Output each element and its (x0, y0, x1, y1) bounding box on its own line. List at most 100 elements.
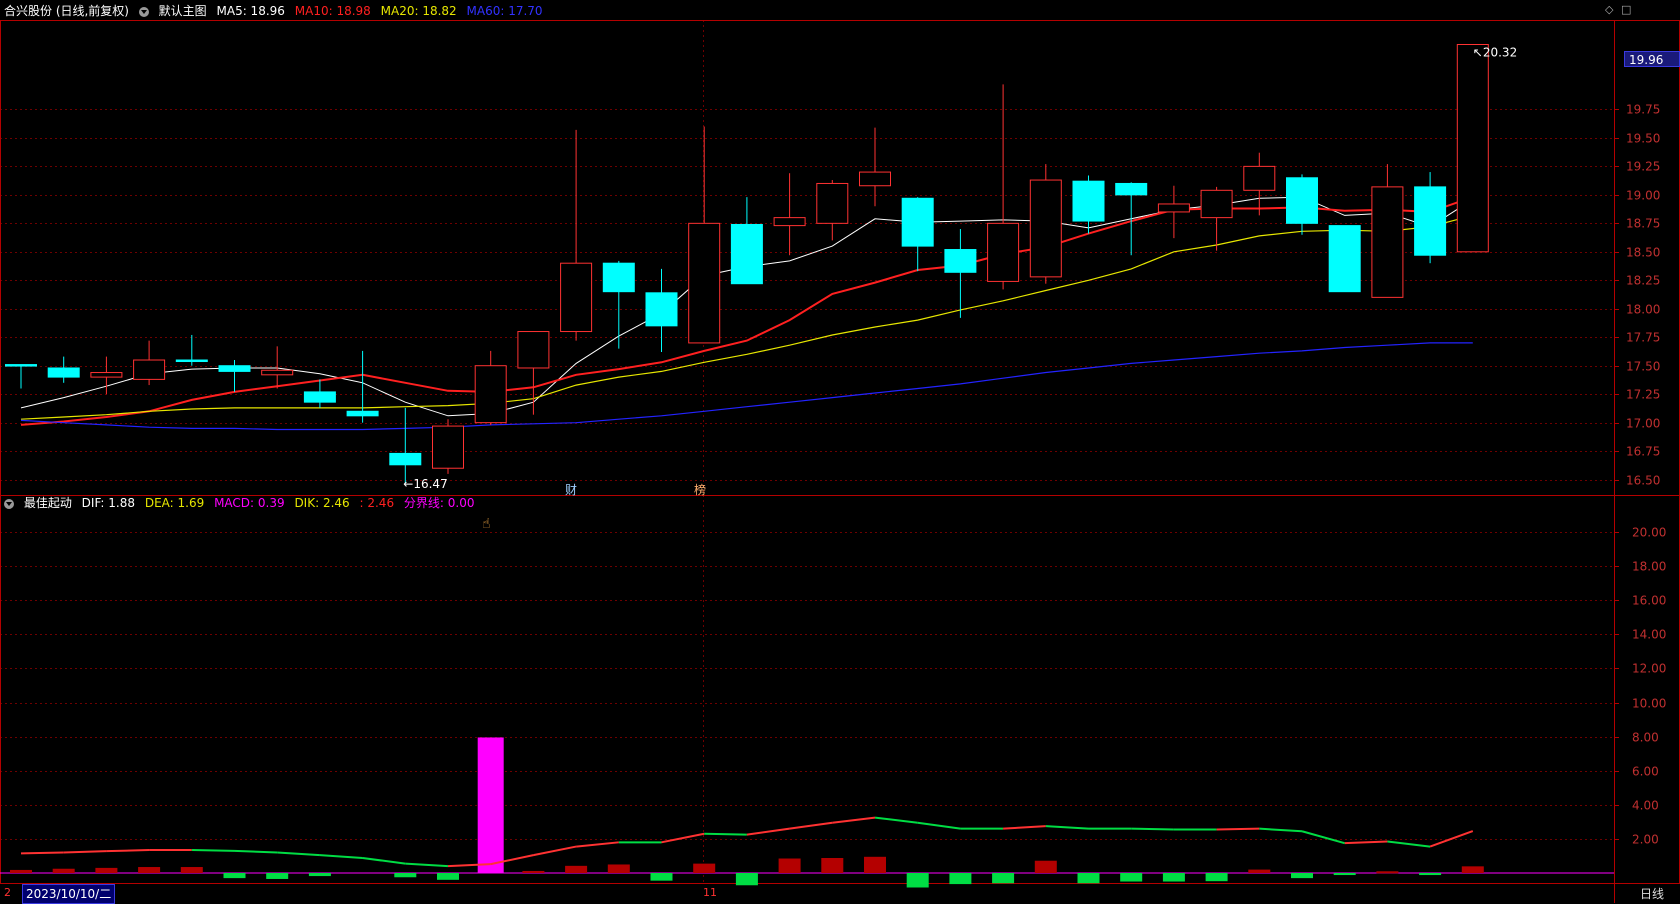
macd-bar-up (95, 867, 118, 873)
candle-body-down (1072, 180, 1105, 222)
candle-body-up (1157, 203, 1190, 213)
candle-body-down (730, 223, 763, 285)
candle-body-down (944, 249, 977, 273)
indicator-title[interactable]: 最佳起动 (24, 496, 72, 510)
macd-bar-up (522, 870, 545, 873)
diamond-icon[interactable]: ◇ (1605, 4, 1616, 15)
template-dropdown-icon[interactable] (138, 6, 149, 17)
macd-bar-down (394, 873, 417, 878)
dik-segment (20, 851, 64, 855)
candle-body-up (773, 217, 806, 227)
candle-body-up (517, 331, 550, 369)
low-price-label: ←16.47 (403, 477, 447, 491)
candle-body-down (1115, 182, 1148, 196)
macd-bar-down (650, 873, 673, 881)
candle-body-down (47, 367, 80, 378)
candle-body-up (1456, 44, 1489, 253)
ma5-value: MA5: 18.96 (216, 4, 285, 18)
date-label: 2023/10/10/二 (22, 884, 116, 904)
macd-bar-down (735, 873, 758, 886)
macd-bar-down (1419, 873, 1442, 876)
candle-body-down (389, 452, 422, 466)
macd-bar-up (693, 863, 716, 873)
stock-title[interactable]: 合兴股份 (日线,前复权) (4, 4, 129, 18)
candle-body-up (816, 182, 849, 224)
maximize-icon[interactable]: □ (1621, 4, 1632, 15)
candle-body-up (1200, 189, 1233, 219)
divider-line-value: 分界线: 0.00 (403, 496, 475, 510)
dik-segment (1429, 830, 1474, 848)
macd-value: MACD: 0.39 (214, 496, 285, 510)
template-name[interactable]: 默认主图 (159, 4, 207, 18)
candle-body-up (1243, 165, 1276, 191)
macd-bar-up (864, 856, 886, 873)
candle-body-down (5, 364, 37, 367)
period-tab[interactable]: 日线 (1624, 884, 1680, 904)
macd-bar-up (52, 868, 75, 873)
candle-body-up (90, 372, 123, 378)
dik-segment (1387, 840, 1431, 848)
dik-segment (789, 821, 833, 830)
macd-bar-down (1205, 873, 1228, 882)
y-tick-label: 4.00 (1632, 799, 1659, 813)
y-tick-label: 18.75 (1626, 217, 1660, 231)
macd-bar-up (778, 858, 801, 873)
macd-bar-up (10, 869, 32, 873)
event-tag-finance[interactable]: 财 (565, 481, 577, 498)
y-tick-label: 19.50 (1626, 132, 1660, 146)
dik-segment (405, 862, 449, 868)
ma60-value: MA60: 17.70 (466, 4, 543, 18)
candle-body-up (1371, 186, 1404, 298)
sub-grid (0, 532, 1614, 840)
macd-bar-down (223, 873, 246, 879)
macd-bar-down (308, 873, 331, 877)
y-tick-label: 17.50 (1626, 360, 1660, 374)
macd-bar-up (565, 865, 588, 873)
candle-body-down (602, 262, 635, 293)
y-tick-label: 18.25 (1626, 274, 1660, 288)
dik-segment (576, 841, 619, 848)
indicator-dropdown-icon[interactable] (4, 498, 14, 509)
y-tick-label: 19.75 (1626, 103, 1660, 117)
macd-bar-up (1034, 860, 1057, 873)
candle-body-down (218, 365, 251, 372)
macd-bar-down (1077, 873, 1100, 884)
macd-bars (0, 737, 1614, 888)
dik-segment (1045, 825, 1089, 830)
dik-line (20, 816, 1474, 868)
dif-value: DIF: 1.88 (81, 496, 135, 510)
y-tick-label: 18.00 (1632, 560, 1666, 574)
hand-cursor-icon: ☝ (482, 516, 491, 532)
dik-segment (1216, 827, 1260, 831)
y-tick-label: 16.00 (1632, 594, 1666, 608)
dik-segment (191, 848, 235, 852)
macd-bar-up (1376, 871, 1399, 874)
candle-body-up (1029, 179, 1062, 278)
dik-segment (234, 849, 278, 854)
candle-body-down (1414, 186, 1447, 256)
dik-segment (704, 832, 747, 836)
ma60-line (20, 342, 1473, 431)
dik-segment (106, 848, 150, 853)
candle-body-down (645, 292, 678, 327)
candle-body-up (859, 171, 891, 187)
event-tag-ranking[interactable]: 榜 (694, 481, 706, 498)
y-tick-label: 12.00 (1632, 662, 1666, 676)
main-header: 合兴股份 (日线,前复权) 默认主图 MA5: 18.96 MA10: 18.9… (4, 1, 549, 21)
macd-bar-down (1120, 873, 1143, 882)
macd-bar-up (138, 867, 161, 873)
dik-segment (1003, 825, 1046, 830)
y-tick-label: 17.00 (1626, 417, 1660, 431)
candle-body-up (560, 262, 593, 333)
macd-bar-up (1461, 866, 1484, 873)
y-tick-label: 19.00 (1626, 189, 1660, 203)
macd-bar-down (992, 873, 1015, 884)
y-tick-label: 6.00 (1632, 765, 1659, 779)
dik-segment (832, 816, 876, 824)
candle-body-up (474, 365, 507, 424)
candle-body-up (688, 222, 721, 344)
sub-y-ticks: 2.00 4.00 6.00 8.00 10.00 12.00 14.00 16.00 18.0… (1614, 526, 1666, 847)
y-tick-label: 14.00 (1632, 628, 1666, 642)
candle-body-down (1328, 225, 1361, 293)
dik-segment (874, 816, 918, 824)
